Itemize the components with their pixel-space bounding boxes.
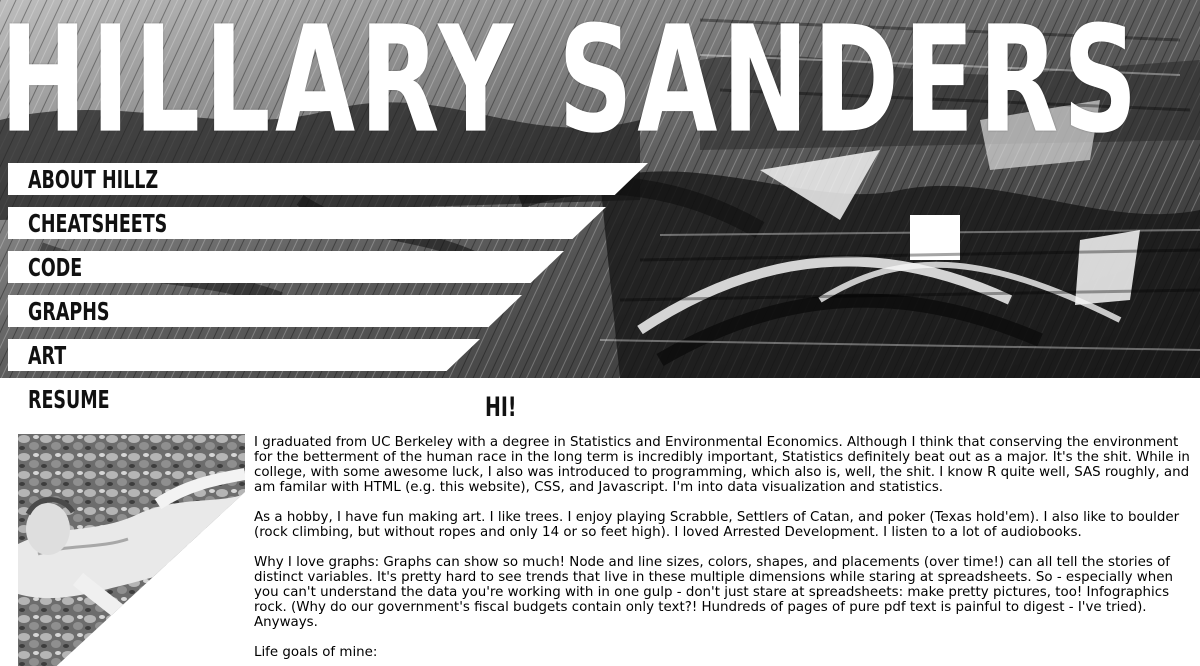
nav-item-label: RESUME <box>28 385 110 414</box>
nav-item-label: GRAPHS <box>28 297 110 326</box>
nav-item-art[interactable]: ART <box>8 339 480 371</box>
nav-item-about-hillz[interactable]: ABOUT HILLZ <box>8 163 648 195</box>
about-paragraph-life-goals: Life goals of mine: <box>254 645 378 660</box>
nav-item-label: CHEATSHEETS <box>28 209 168 238</box>
nav-item-cheatsheets[interactable]: CHEATSHEETS <box>8 207 606 239</box>
greeting-heading: HI! <box>485 392 517 423</box>
nav-item-label: CODE <box>28 253 83 282</box>
nav-item-label: ART <box>28 341 67 370</box>
nav-item-graphs[interactable]: GRAPHS <box>8 295 522 327</box>
nav-item-code[interactable]: CODE <box>8 251 564 283</box>
page: HILLARY SANDERS ABOUT HILLZ CHEATSHEETS … <box>0 0 1200 666</box>
about-text: I graduated from UC Berkeley with a degr… <box>254 435 1196 666</box>
nav-item-label: ABOUT HILLZ <box>28 165 159 194</box>
about-paragraph-hobbies: As a hobby, I have fun making art. I lik… <box>254 510 1180 540</box>
nav-item-resume[interactable]: RESUME <box>8 383 438 415</box>
profile-photo <box>18 434 245 666</box>
about-paragraph-education: I graduated from UC Berkeley with a degr… <box>254 435 1190 495</box>
main-navigation: ABOUT HILLZ CHEATSHEETS CODE GRAPHS ART … <box>0 0 700 440</box>
about-paragraph-graphs: Why I love graphs: Graphs can show so mu… <box>254 555 1173 630</box>
